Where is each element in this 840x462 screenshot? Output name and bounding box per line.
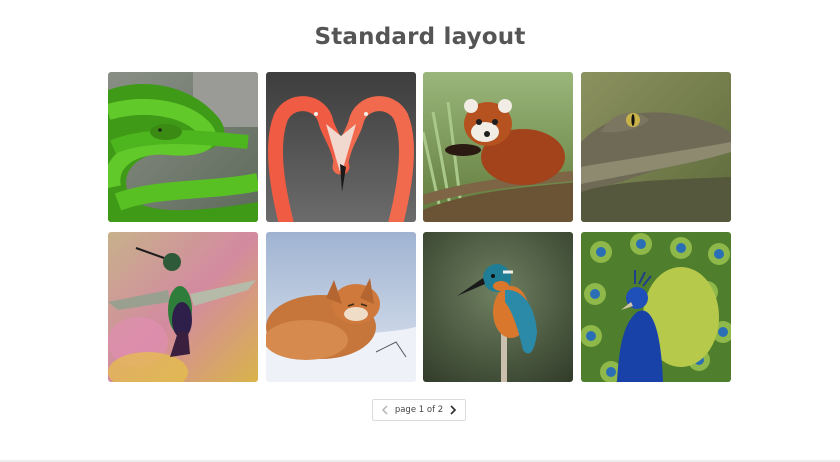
crocodile-photo bbox=[580, 72, 731, 222]
green-snake-photo bbox=[108, 72, 258, 222]
gallery-image-flamingos[interactable] bbox=[265, 72, 416, 222]
hummingbird-photo bbox=[108, 232, 258, 382]
gallery-image-snake[interactable] bbox=[108, 72, 258, 222]
flamingos-photo bbox=[265, 72, 416, 222]
next-page-button[interactable] bbox=[447, 401, 459, 419]
image-gallery bbox=[108, 72, 731, 382]
kingfisher-photo bbox=[423, 232, 574, 382]
chevron-left-icon bbox=[381, 405, 388, 415]
peacock-photo bbox=[580, 232, 731, 382]
gallery-image-kingfisher[interactable] bbox=[423, 232, 574, 382]
gallery-image-hummingbird[interactable] bbox=[108, 232, 258, 382]
gallery-image-crocodile[interactable] bbox=[580, 72, 731, 222]
page-indicator: page 1 of 2 bbox=[394, 405, 444, 415]
fox-photo bbox=[265, 232, 416, 382]
gallery-image-red-panda[interactable] bbox=[423, 72, 574, 222]
previous-page-button[interactable] bbox=[379, 401, 391, 419]
page-title: Standard layout bbox=[314, 24, 526, 50]
chevron-right-icon bbox=[450, 405, 457, 415]
red-panda-photo bbox=[423, 72, 574, 222]
pagination: page 1 of 2 bbox=[372, 399, 466, 421]
gallery-image-peacock[interactable] bbox=[580, 232, 731, 382]
gallery-image-fox[interactable] bbox=[265, 232, 416, 382]
